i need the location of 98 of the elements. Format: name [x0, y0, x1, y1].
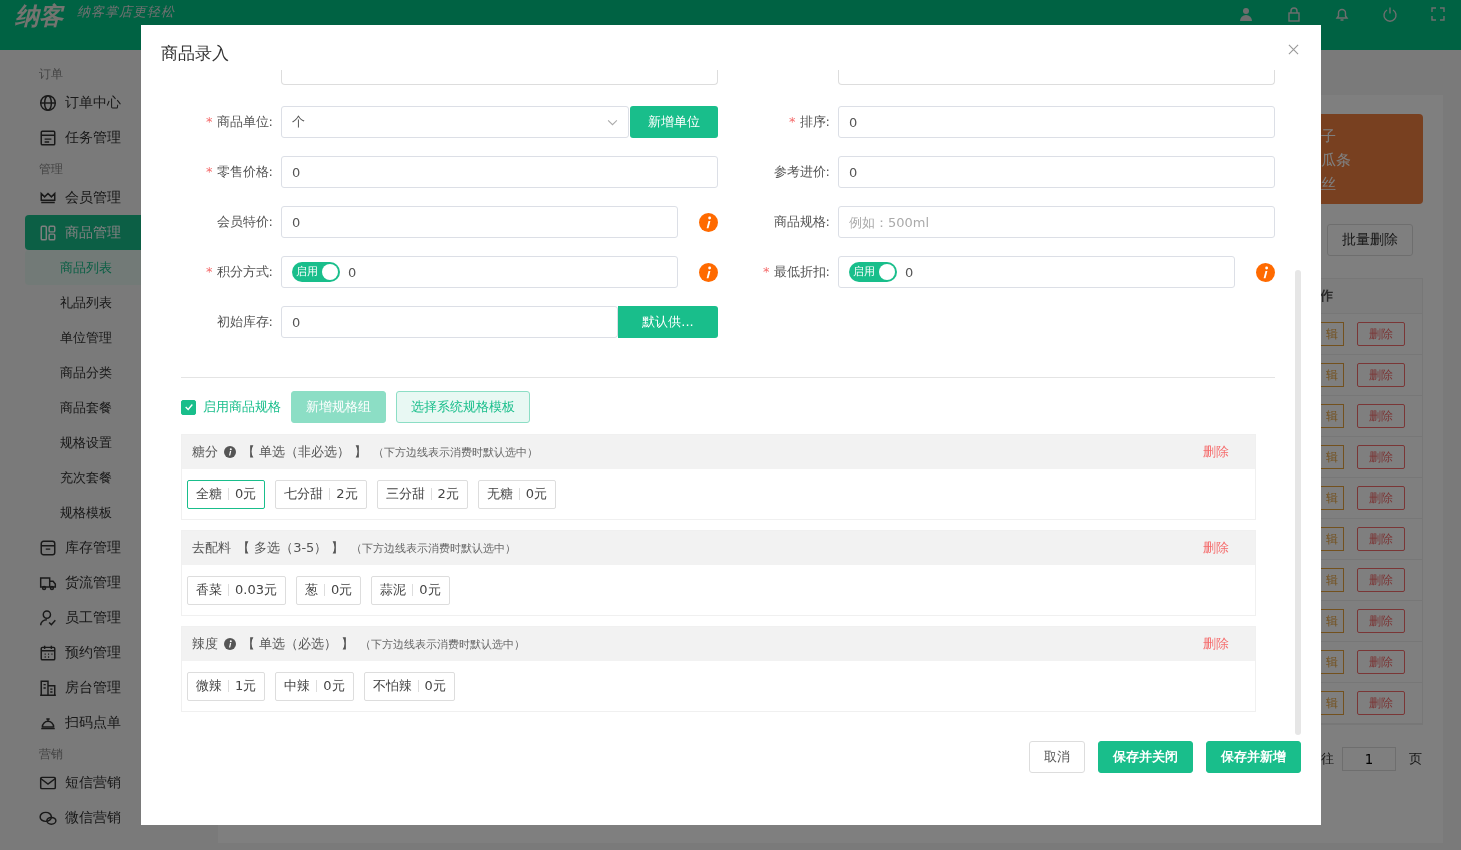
bell-icon[interactable] [1334, 6, 1350, 22]
input-field[interactable]: 启用 0 [838, 256, 1235, 288]
delete-button[interactable]: 删除 [1357, 527, 1405, 551]
spec-option[interactable]: 微辣 1元 [187, 671, 266, 701]
group-mode: 【 多选（3-5） 】 [237, 539, 345, 557]
info-icon[interactable] [699, 212, 718, 232]
input-field[interactable] [838, 70, 1275, 85]
field-label: * 最低折扣: [762, 263, 831, 281]
group-mode: 【 单选（非必选） 】 [242, 443, 368, 461]
group-note: （下方边线表示消费时默认选中） [350, 540, 516, 556]
calendar-icon [39, 643, 57, 662]
spec-option[interactable]: 香菜 0.03元 [187, 575, 286, 605]
toggle-switch[interactable]: 启用 [849, 262, 897, 282]
spec-option[interactable]: 不怕辣 0元 [363, 671, 455, 701]
input-field[interactable]: 例如：500ml [838, 206, 1275, 238]
delete-link[interactable]: 删除 [1203, 443, 1229, 461]
spec-option[interactable]: 中辣 0元 [275, 671, 354, 701]
delete-button[interactable]: 删除 [1357, 609, 1405, 633]
delete-button[interactable]: 删除 [1357, 445, 1405, 469]
field-label: 商品规格: [772, 213, 831, 231]
sidebar-item[interactable]: 订单中心 [25, 85, 200, 120]
delete-link[interactable]: 删除 [1203, 635, 1229, 653]
input-field[interactable] [281, 70, 718, 85]
info-icon[interactable] [224, 446, 236, 458]
sidebar-item[interactable]: 会员管理 [25, 180, 200, 215]
spec-option[interactable]: 全糖 0元 [187, 479, 266, 509]
template-button[interactable]: 选择系统规格模板 [396, 391, 530, 423]
power-icon[interactable] [1382, 6, 1398, 22]
user-icon [39, 608, 57, 627]
card-text: 子 [1321, 126, 1337, 147]
close-icon[interactable] [1288, 44, 1299, 55]
delete-button[interactable]: 删除 [1357, 322, 1405, 346]
toggle-switch[interactable]: 启用 [292, 262, 340, 282]
delete-button[interactable]: 删除 [1357, 486, 1405, 510]
group-name: 去配料 [192, 539, 231, 557]
group-note: （下方边线表示消费时默认选中） [360, 636, 526, 652]
spec-option[interactable]: 无糖 0元 [477, 479, 557, 509]
globe-icon [39, 93, 57, 112]
page-input[interactable]: 1 [1342, 747, 1396, 771]
field-label: * 积分方式: [205, 263, 274, 281]
input-field[interactable]: 0 [838, 106, 1275, 138]
action-button[interactable]: 新增单位 [630, 106, 718, 138]
card-text: 瓜条 [1321, 150, 1352, 171]
scrollbar[interactable] [1295, 270, 1301, 735]
field-label: * 零售价格: [205, 163, 274, 181]
delete-button[interactable]: 删除 [1357, 568, 1405, 592]
input-field[interactable]: 启用 0 [281, 256, 678, 288]
page-suffix: 页 [1409, 750, 1422, 768]
field-label: 参考进价: [772, 163, 831, 181]
group-name: 糖分 [192, 443, 218, 461]
goto-label: 往 [1321, 750, 1334, 768]
enable-spec-checkbox[interactable]: 启用商品规格 [181, 398, 281, 416]
delete-button[interactable]: 删除 [1357, 650, 1405, 674]
chevron-down-icon [607, 118, 618, 126]
save-button[interactable]: 保存并关闭 [1098, 741, 1193, 773]
save-button[interactable]: 保存并新增 [1206, 741, 1301, 773]
sidebar-item[interactable]: 扫码点单 [25, 705, 200, 740]
spec-option[interactable]: 蒜泥 0元 [371, 575, 450, 605]
input-field[interactable]: 0 [838, 156, 1275, 188]
fullscreen-icon[interactable] [1430, 6, 1446, 22]
check-icon [183, 402, 194, 412]
unit-select[interactable]: 个 [281, 106, 629, 138]
info-icon[interactable] [224, 638, 236, 650]
delete-link[interactable]: 删除 [1203, 539, 1229, 557]
input-field[interactable]: 0 [281, 156, 718, 188]
info-icon[interactable] [699, 262, 718, 282]
spec-option[interactable]: 三分甜 2元 [376, 479, 468, 509]
slogan: 纳客掌店更轻松 [77, 3, 175, 21]
batch-delete-button[interactable]: 批量删除 [1327, 224, 1413, 256]
group-note: （下方边线表示消费时默认选中） [373, 444, 539, 460]
action-button[interactable]: 默认供... [618, 306, 718, 338]
sidebar-item[interactable]: 微信营销 [25, 800, 200, 835]
logo: 纳客 [15, 1, 63, 31]
field-label: * 商品单位: [205, 113, 274, 131]
field-label: 初始库存: [215, 313, 274, 331]
sidebar-item[interactable]: 短信营销 [25, 765, 200, 800]
sidebar-item[interactable]: 任务管理 [25, 120, 200, 155]
field-label: * 排序: [788, 113, 831, 131]
spec-option[interactable]: 七分甜 2元 [275, 479, 367, 509]
box-icon [39, 538, 57, 557]
input-field[interactable]: 0 [281, 206, 678, 238]
user-icon[interactable] [1238, 6, 1254, 22]
field-label: 会员特价: [215, 213, 274, 231]
group-mode: 【 单选（必选） 】 [242, 635, 355, 653]
lock-icon[interactable] [1286, 6, 1302, 22]
info-icon[interactable] [1256, 262, 1275, 282]
delete-button[interactable]: 删除 [1357, 691, 1405, 715]
dialog-title: 商品录入 [161, 42, 229, 65]
building-icon [39, 678, 57, 697]
delete-button[interactable]: 删除 [1357, 363, 1405, 387]
spec-option[interactable]: 葱 0元 [295, 575, 362, 605]
group-name: 辣度 [192, 635, 218, 653]
delete-button[interactable]: 删除 [1357, 404, 1405, 428]
task-icon [39, 128, 57, 147]
card-text: 丝 [1321, 174, 1337, 195]
cancel-button[interactable]: 取消 [1029, 741, 1085, 773]
input-field[interactable]: 0 [281, 306, 618, 338]
grid-icon [39, 223, 57, 242]
